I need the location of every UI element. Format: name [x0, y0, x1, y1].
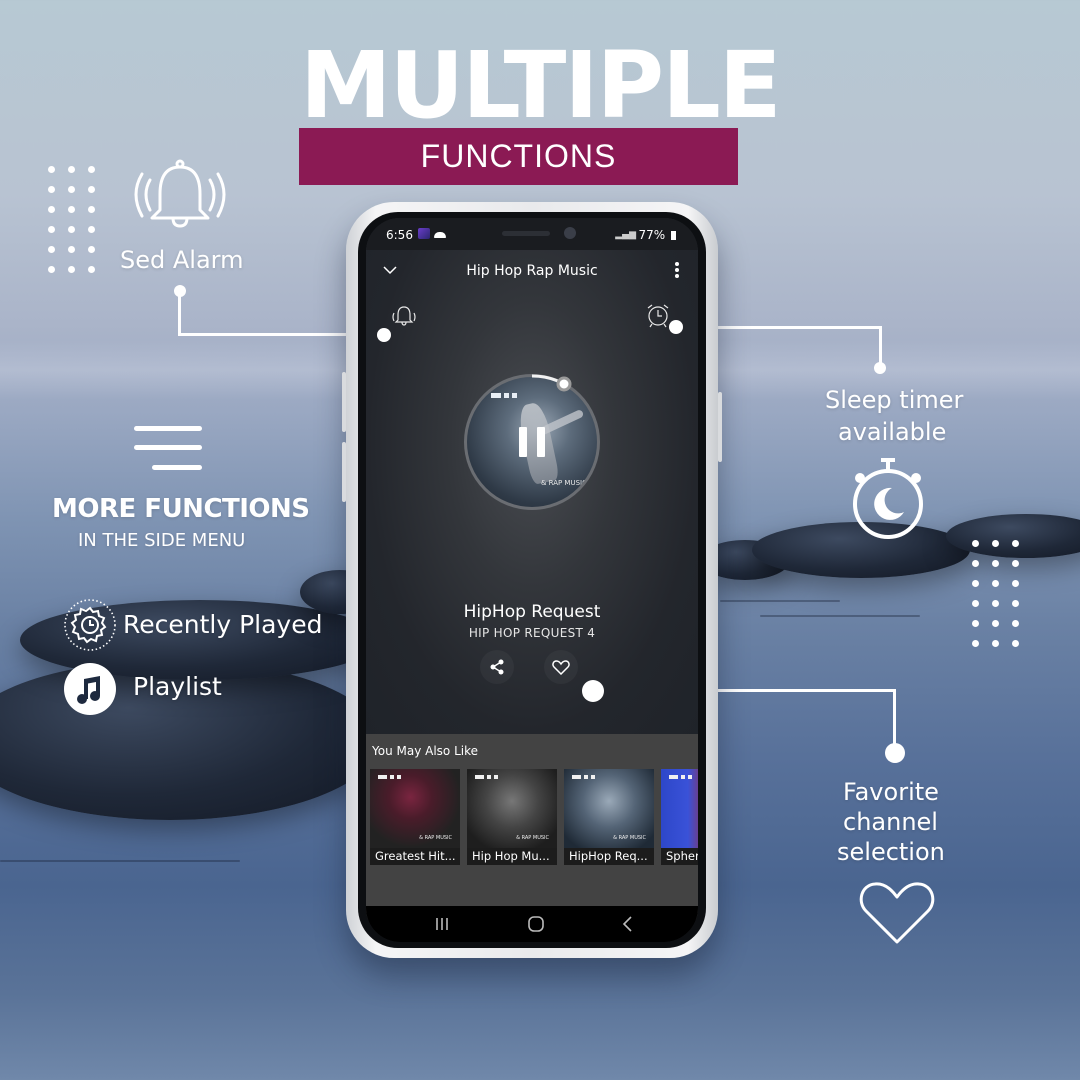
recommendations-section: You May Also Like & RAP MUSIC Greatest H… — [366, 734, 698, 920]
bell-ringing-icon[interactable] — [390, 302, 418, 330]
recent-apps-icon[interactable] — [430, 914, 454, 934]
alarm-connector-line — [178, 291, 181, 336]
status-time: 6:56 — [386, 228, 413, 242]
heart-outline-icon — [859, 882, 935, 944]
sleep-timer-connector-line — [879, 326, 882, 366]
recommendation-card[interactable]: Spher — [661, 769, 698, 865]
connector-node — [874, 362, 886, 374]
water-ripple — [0, 860, 240, 862]
phone-bezel: 6:56 ▂▄▆ 77% Hip Hop Rap Music & RAP MUS… — [358, 212, 706, 948]
water-ripple — [720, 600, 840, 602]
decorative-dot-grid — [972, 540, 1020, 647]
back-icon[interactable] — [616, 914, 640, 934]
now-playing-panel: Hip Hop Rap Music & RAP MUSIC HipHop Req… — [366, 250, 698, 734]
headline-band: FUNCTIONS — [299, 128, 738, 185]
water-ripple — [760, 615, 920, 617]
connector-node — [377, 328, 391, 342]
phone-side-button — [342, 372, 346, 432]
favorite-label-line1: Favorite — [843, 778, 939, 806]
track-subtitle: HIP HOP REQUEST 4 — [468, 626, 596, 640]
home-icon[interactable] — [524, 914, 548, 934]
history-gear-icon — [64, 599, 116, 651]
share-button[interactable] — [480, 650, 514, 684]
connector-node — [885, 743, 905, 763]
track-title: HipHop Request — [463, 602, 601, 622]
favorite-connector-line — [893, 689, 896, 751]
signal-icon: ▂▄▆ — [615, 230, 636, 240]
connector-node — [669, 320, 683, 334]
phone-screen: 6:56 ▂▄▆ 77% Hip Hop Rap Music & RAP MUS… — [366, 218, 698, 942]
recommendation-label: Spher — [661, 848, 698, 865]
headline-subtitle: FUNCTIONS — [420, 138, 617, 174]
favorite-button[interactable] — [544, 650, 578, 684]
app-header: Hip Hop Rap Music — [366, 250, 698, 292]
decorative-dot-grid — [48, 166, 96, 273]
notification-app-icon — [418, 228, 430, 239]
bell-ringing-icon — [134, 159, 226, 228]
more-vertical-icon[interactable] — [672, 260, 682, 280]
heart-outline-icon — [552, 660, 570, 675]
hamburger-menu-icon — [134, 426, 202, 470]
cloud-icon — [434, 232, 446, 238]
album-art-player[interactable]: & RAP MUSIC — [460, 370, 604, 514]
status-bar: 6:56 ▂▄▆ 77% — [366, 218, 698, 250]
phone-side-button — [718, 392, 722, 462]
android-nav-bar — [366, 906, 698, 942]
front-camera — [564, 227, 576, 239]
pause-icon[interactable] — [519, 427, 545, 457]
alarm-clock-icon[interactable] — [644, 301, 672, 329]
recommendation-card[interactable]: & RAP MUSIC Hip Hop Mu... — [467, 769, 557, 865]
recently-played-label: Recently Played — [123, 610, 323, 639]
music-note-icon — [64, 663, 116, 715]
phone-side-button — [342, 442, 346, 502]
recommendations-title: You May Also Like — [372, 744, 478, 758]
earpiece — [502, 231, 550, 236]
battery-percentage: 77% — [638, 228, 666, 242]
page-title: Hip Hop Rap Music — [466, 263, 598, 279]
recommendation-label: Greatest Hit... — [370, 848, 460, 865]
headline-title: MULTIPLE — [300, 32, 782, 139]
favorite-label-line3: selection — [837, 838, 945, 866]
connector-node — [582, 680, 604, 702]
playlist-label: Playlist — [133, 672, 222, 701]
side-menu-subtitle: IN THE SIDE MENU — [78, 530, 246, 551]
side-menu-title: MORE FUNCTIONS — [52, 494, 310, 524]
battery-icon — [671, 231, 676, 240]
stopwatch-moon-icon — [853, 458, 923, 539]
recommendation-label: Hip Hop Mu... — [467, 848, 557, 865]
recommendation-label: HipHop Req... — [564, 848, 654, 865]
phone-mockup: 6:56 ▂▄▆ 77% Hip Hop Rap Music & RAP MUS… — [342, 202, 722, 958]
favorite-label-line2: channel — [843, 808, 938, 836]
sleep-timer-label-line1: Sleep timer — [825, 386, 964, 414]
alarm-feature-label: Sed Alarm — [120, 246, 244, 274]
sleep-timer-label-line2: available — [838, 418, 947, 446]
recommendation-card[interactable]: & RAP MUSIC Greatest Hit... — [370, 769, 460, 865]
share-icon — [490, 659, 504, 675]
recommendation-card[interactable]: & RAP MUSIC HipHop Req... — [564, 769, 654, 865]
